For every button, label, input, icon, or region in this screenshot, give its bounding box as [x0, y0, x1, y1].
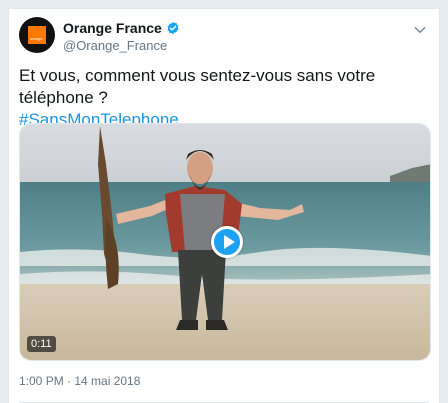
tweet-timestamp[interactable]: 1:00 PM · 14 mai 2018 — [19, 374, 140, 388]
tweet-header: orange Orange France @Orange_France — [19, 17, 429, 59]
tweet-card[interactable]: orange Orange France @Orange_France Et v… — [8, 8, 440, 403]
play-button[interactable] — [211, 226, 243, 258]
avatar[interactable]: orange — [19, 17, 55, 53]
orange-logo: orange — [28, 26, 46, 44]
chevron-down-icon[interactable] — [413, 23, 427, 37]
video-duration: 0:11 — [27, 336, 56, 352]
author-name-row[interactable]: Orange France — [63, 20, 180, 36]
tweet-body: Et vous, comment vous sentez-vous sans v… — [19, 66, 376, 107]
author-display-name[interactable]: Orange France — [63, 20, 162, 36]
author-handle[interactable]: @Orange_France — [63, 38, 167, 53]
tweet-text: Et vous, comment vous sentez-vous sans v… — [19, 65, 431, 131]
video-player[interactable]: 0:11 — [19, 123, 431, 361]
play-icon — [224, 235, 235, 249]
verified-badge-icon — [167, 21, 179, 35]
